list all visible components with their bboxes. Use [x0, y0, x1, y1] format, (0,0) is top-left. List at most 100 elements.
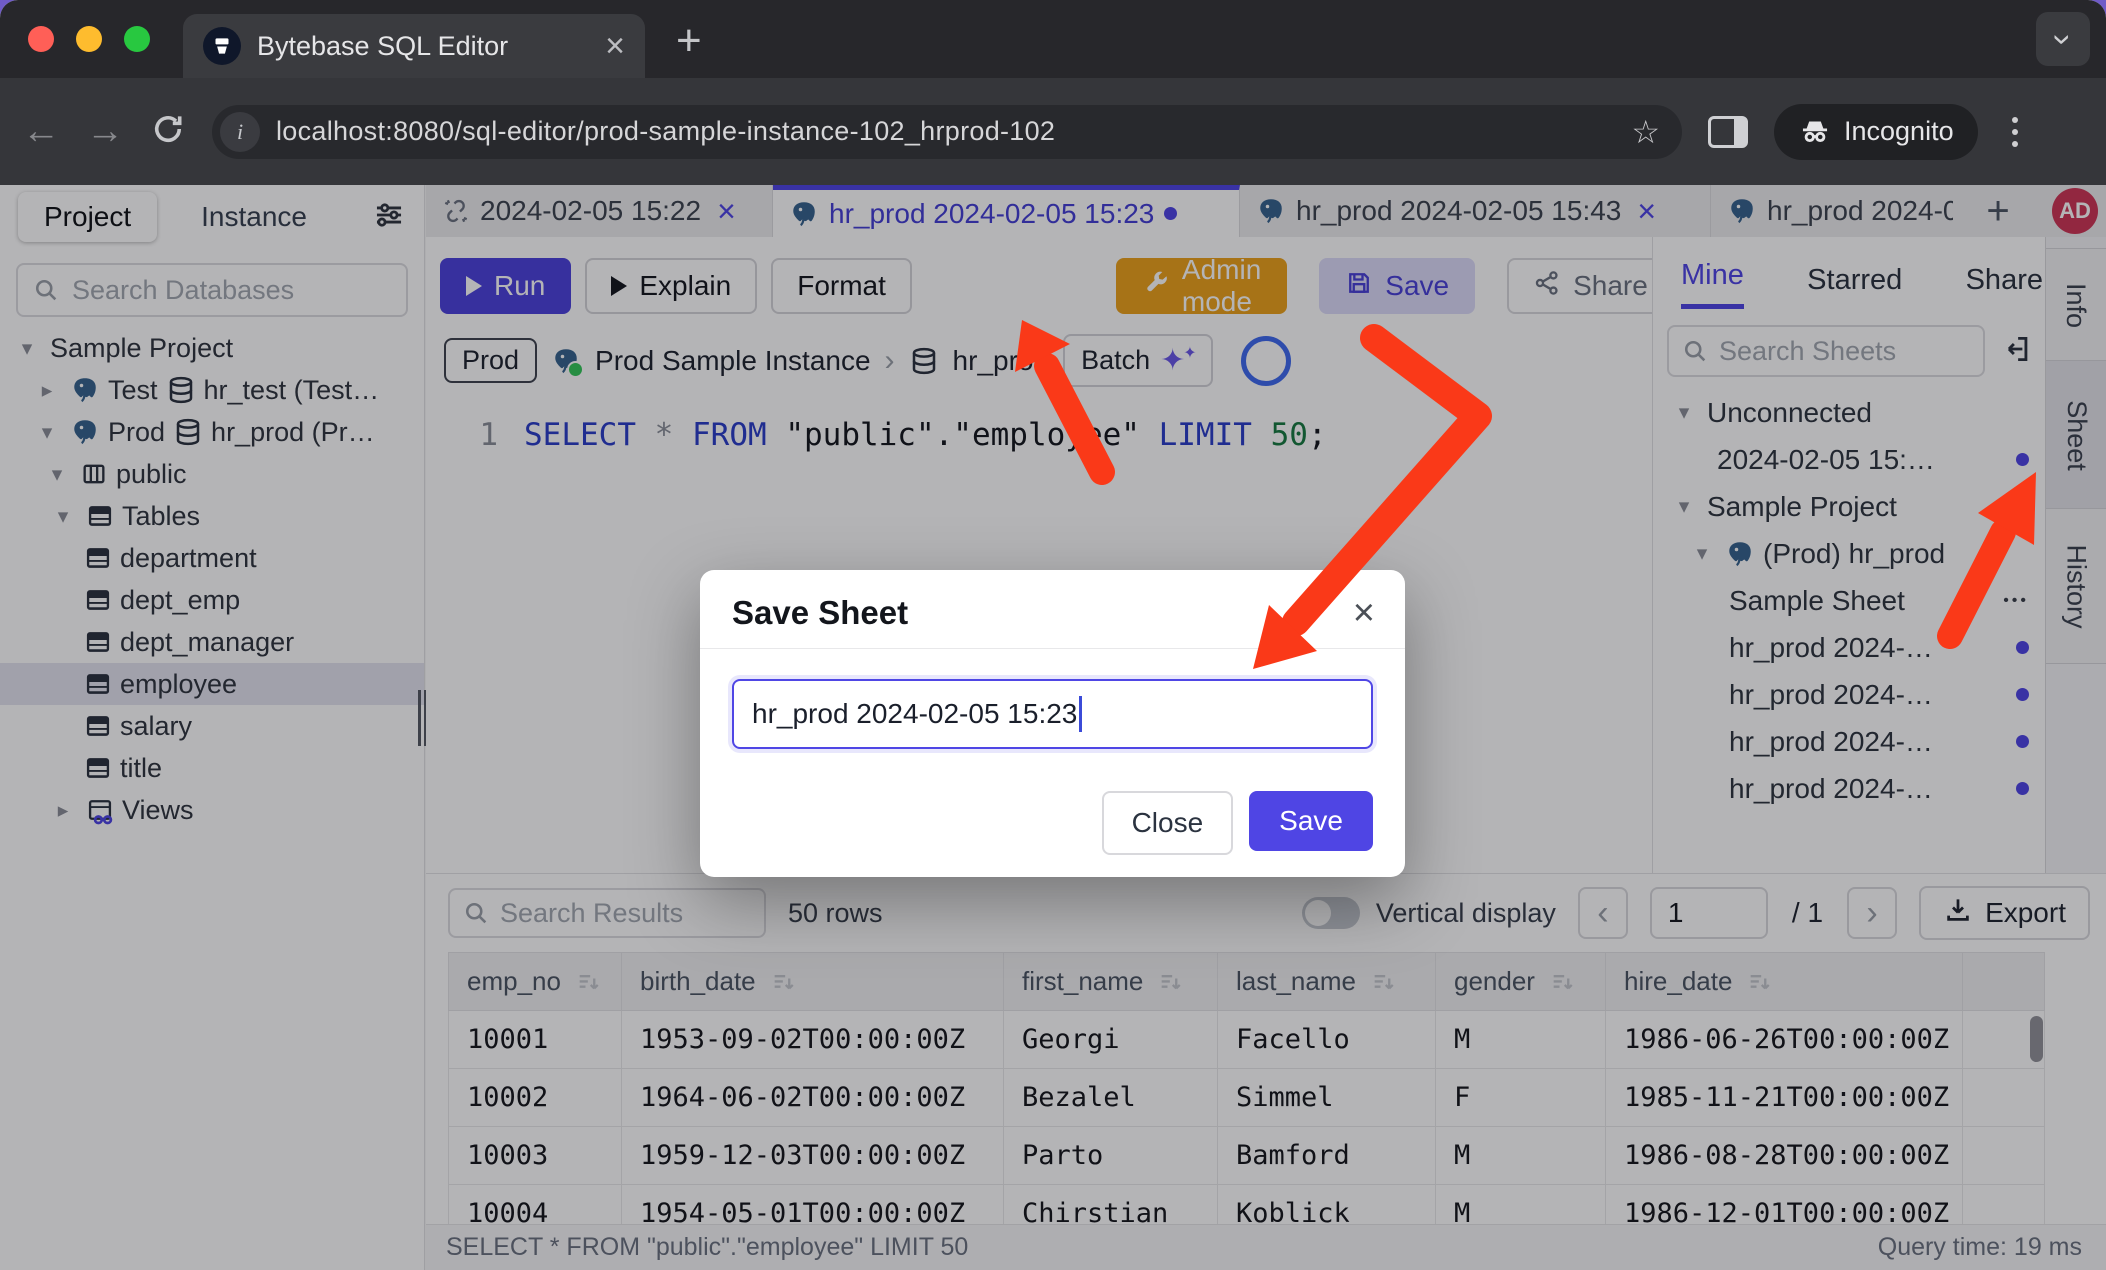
caret-down-icon[interactable]: ▾ — [42, 462, 72, 487]
next-page-button[interactable]: › — [1847, 887, 1897, 939]
close-tab-icon[interactable]: × — [717, 193, 736, 230]
avatar[interactable]: AD — [2052, 188, 2098, 234]
tree-item-title[interactable]: title — [0, 747, 424, 789]
sheet-name-input[interactable]: hr_prod 2024-02-05 15:23 — [732, 679, 1373, 749]
modal-save-button[interactable]: Save — [1249, 791, 1373, 851]
tab-share[interactable]: Share — [1966, 264, 2043, 309]
back-icon[interactable]: ← — [22, 110, 60, 153]
caret-down-icon[interactable]: ▾ — [1687, 541, 1717, 566]
sheet-item-sample-sheet[interactable]: Sample Sheet ••• — [1653, 577, 2045, 624]
browser-tab[interactable]: Bytebase SQL Editor × — [183, 14, 645, 78]
sort-icon[interactable] — [1157, 968, 1185, 996]
tab-search-button[interactable]: › — [2036, 12, 2090, 66]
close-tab-icon[interactable]: × — [1637, 193, 1656, 230]
instance-name[interactable]: Prod Sample Instance — [595, 345, 871, 377]
sort-icon[interactable] — [575, 968, 603, 996]
column-header-gender[interactable]: gender — [1436, 953, 1606, 1011]
sheet-group-sample-project[interactable]: ▾ Sample Project — [1653, 483, 2045, 530]
sheet-group-prod-hr-prod[interactable]: ▾ (Prod) hr_prod — [1653, 530, 2045, 577]
minimize-window-button[interactable] — [76, 26, 102, 52]
side-panel-icon[interactable] — [1708, 116, 1748, 148]
editor-tab-unsaved[interactable]: 2024-02-05 15:22 × — [426, 185, 773, 237]
column-header-hire-date[interactable]: hire_date — [1606, 953, 1963, 1011]
batch-button[interactable]: Batch ✦✦ — [1063, 334, 1213, 387]
search-results-input[interactable]: Search Results — [448, 888, 766, 938]
forward-icon[interactable]: → — [86, 110, 124, 153]
page-number-input[interactable]: 1 — [1650, 887, 1768, 939]
tree-item-dept-emp[interactable]: dept_emp — [0, 579, 424, 621]
column-header-last-name[interactable]: last_name — [1218, 953, 1436, 1011]
admin-mode-button[interactable]: Admin mode — [1116, 258, 1287, 314]
address-bar[interactable]: i localhost:8080/sql-editor/prod-sample-… — [212, 105, 1682, 159]
more-actions-icon[interactable]: ••• — [2003, 592, 2029, 610]
tree-item-tables[interactable]: ▾ Tables — [0, 495, 424, 537]
tree-item-sample-project[interactable]: ▾ Sample Project — [0, 327, 424, 369]
unsaved-dot-icon — [2016, 688, 2029, 701]
editor-tab-active[interactable]: hr_prod 2024-02-05 15:23 — [773, 185, 1240, 237]
close-window-button[interactable] — [28, 26, 54, 52]
table-row: 100021964-06-02T00:00:00ZBezalelSimmelF1… — [449, 1069, 2045, 1127]
sheet-item[interactable]: hr_prod 2024-… — [1653, 718, 2045, 765]
tree-item-prod-hr-prod[interactable]: ▾ Prod hr_prod (Pr… — [0, 411, 424, 453]
sort-icon[interactable] — [1549, 968, 1577, 996]
tree-item-employee[interactable]: employee — [0, 663, 424, 705]
sort-icon[interactable] — [1370, 968, 1398, 996]
modal-close-button[interactable]: Close — [1102, 791, 1234, 855]
tab-sheet[interactable]: Sheet — [2046, 360, 2106, 510]
tree-item-test-hr-test[interactable]: ▸ Test hr_test (Test… — [0, 369, 424, 411]
caret-down-icon[interactable]: ▾ — [32, 420, 62, 445]
close-icon[interactable]: × — [1353, 594, 1375, 632]
prev-page-button[interactable]: ‹ — [1578, 887, 1628, 939]
column-header-emp-no[interactable]: emp_no — [449, 953, 622, 1011]
tree-item-public-schema[interactable]: ▾ public — [0, 453, 424, 495]
export-button[interactable]: Export — [1919, 886, 2090, 940]
format-button[interactable]: Format — [771, 258, 912, 314]
sheet-group-unconnected[interactable]: ▾ Unconnected — [1653, 389, 2045, 436]
tree-item-salary[interactable]: salary — [0, 705, 424, 747]
sheet-item[interactable]: hr_prod 2024-… — [1653, 624, 2045, 671]
caret-down-icon[interactable]: ▾ — [1669, 494, 1699, 519]
browser-menu-icon[interactable] — [2004, 117, 2026, 147]
tree-item-views[interactable]: ▸ Views — [0, 789, 424, 831]
tab-info[interactable]: Info — [2046, 248, 2106, 362]
caret-right-icon[interactable]: ▸ — [48, 798, 78, 823]
sort-icon[interactable] — [770, 968, 798, 996]
fullscreen-window-button[interactable] — [124, 26, 150, 52]
new-query-tab-button[interactable]: + — [1969, 185, 2027, 237]
explain-button[interactable]: Explain — [585, 258, 757, 314]
save-sheet-button[interactable]: Save — [1319, 258, 1475, 314]
caret-down-icon[interactable]: ▾ — [12, 336, 42, 361]
caret-right-icon[interactable]: ▸ — [32, 378, 62, 403]
search-sheets-input[interactable]: Search Sheets — [1667, 325, 1985, 377]
vertical-display-toggle[interactable] — [1302, 897, 1360, 929]
import-sheet-icon[interactable] — [1999, 332, 2033, 371]
column-header-birth-date[interactable]: birth_date — [622, 953, 1004, 1011]
caret-down-icon[interactable]: ▾ — [1669, 400, 1699, 425]
tab-project[interactable]: Project — [18, 192, 157, 242]
run-button[interactable]: Run — [440, 258, 571, 314]
table-scrollbar[interactable] — [2030, 1016, 2043, 1062]
tree-item-dept-manager[interactable]: dept_manager — [0, 621, 424, 663]
site-info-icon[interactable]: i — [220, 112, 260, 152]
tree-item-department[interactable]: department — [0, 537, 424, 579]
reload-icon[interactable] — [150, 111, 186, 152]
filter-icon[interactable] — [372, 198, 406, 237]
sort-icon[interactable] — [1746, 968, 1774, 996]
close-tab-icon[interactable]: × — [605, 29, 625, 63]
tab-history[interactable]: History — [2046, 508, 2106, 664]
editor-tab-3[interactable]: hr_prod 2024-02-05 15:43 × — [1240, 185, 1711, 237]
caret-down-icon[interactable]: ▾ — [48, 504, 78, 529]
tab-starred[interactable]: Starred — [1807, 264, 1902, 309]
search-databases-input[interactable]: Search Databases — [16, 263, 408, 317]
column-header-first-name[interactable]: first_name — [1004, 953, 1218, 1011]
editor-tab-4[interactable]: hr_prod 2024-0 — [1711, 185, 1969, 237]
sidebar-resize-handle[interactable] — [418, 690, 426, 746]
tab-mine[interactable]: Mine — [1681, 259, 1744, 309]
tab-instance[interactable]: Instance — [201, 201, 307, 233]
sheet-item[interactable]: hr_prod 2024-… — [1653, 765, 2045, 812]
new-tab-button[interactable]: + — [676, 16, 702, 66]
sheet-item[interactable]: hr_prod 2024-… — [1653, 671, 2045, 718]
bookmark-star-icon[interactable]: ☆ — [1631, 113, 1660, 151]
database-name[interactable]: hr_prod — [953, 345, 1050, 377]
sheet-item[interactable]: 2024-02-05 15:… — [1653, 436, 2045, 483]
